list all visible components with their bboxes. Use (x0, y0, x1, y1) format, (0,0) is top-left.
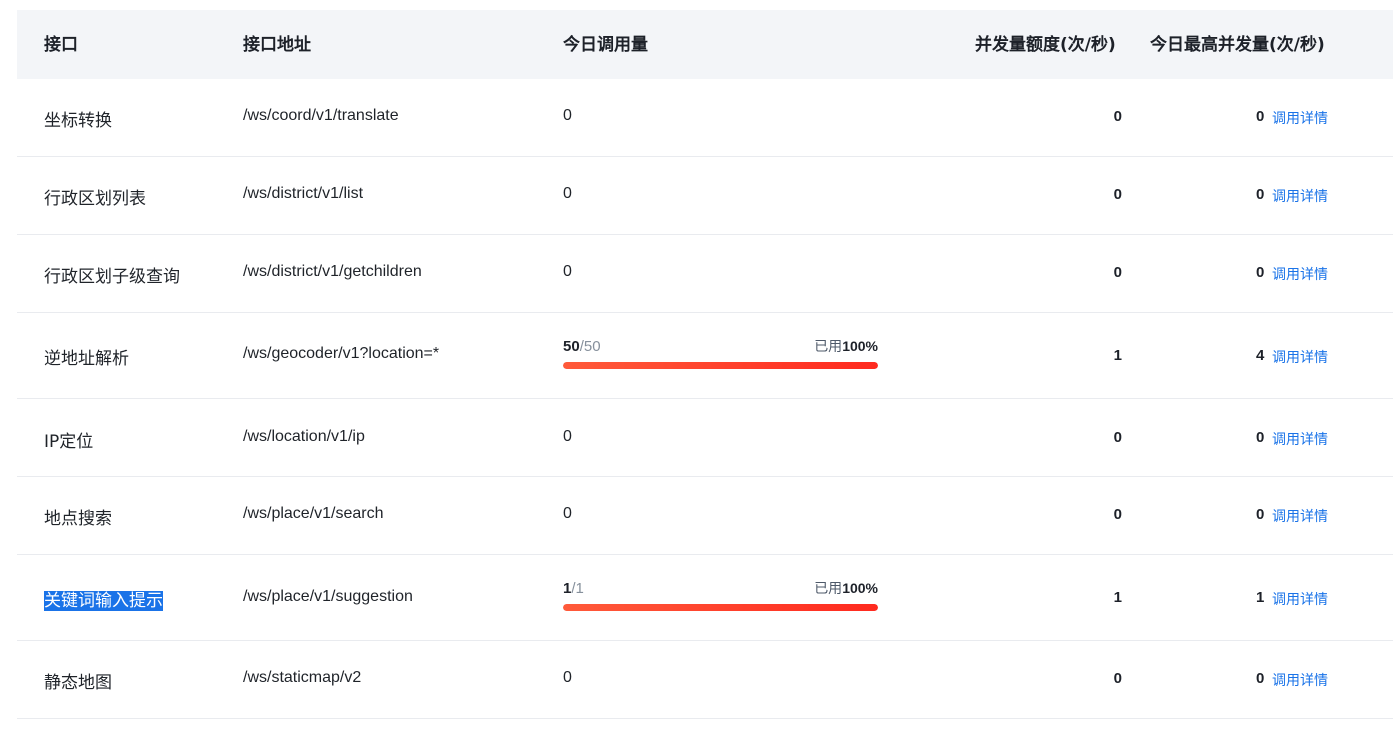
api-address: /ws/staticmap/v2 (243, 669, 362, 686)
peak-concurrency: 0 (1256, 429, 1265, 446)
peak-concurrency: 0 (1256, 264, 1265, 281)
today-calls: 0 (563, 107, 572, 124)
api-address: /ws/location/v1/ip (243, 428, 365, 445)
peak-concurrency: 1 (1256, 589, 1265, 606)
concurrency-quota: 1 (1113, 589, 1122, 606)
usage-pct-prefix: 已用 (814, 581, 843, 597)
today-calls: 0 (563, 669, 572, 686)
peak-concurrency: 0 (1256, 108, 1265, 125)
usage-percent: 100% (842, 338, 878, 354)
api-name: 行政区划子级查询 (44, 267, 180, 287)
concurrency-quota: 1 (1113, 347, 1122, 364)
api-address: /ws/geocoder/v1?location=* (243, 345, 440, 362)
call-details-link[interactable]: 调用详情 (1272, 347, 1328, 367)
call-details-link[interactable]: 调用详情 (1272, 670, 1328, 690)
table-row: IP定位 /ws/location/v1/ip 0 0 0 调用详情 (17, 399, 1393, 477)
api-name: IP定位 (44, 432, 94, 452)
concurrency-quota: 0 (1113, 670, 1122, 687)
concurrency-quota: 0 (1113, 186, 1122, 203)
peak-concurrency: 0 (1256, 670, 1265, 687)
peak-concurrency: 0 (1256, 186, 1265, 203)
today-calls: 0 (563, 263, 572, 280)
today-calls: 0 (563, 428, 572, 445)
api-name: 逆地址解析 (44, 349, 129, 369)
usage-pct-prefix: 已用 (814, 339, 843, 355)
call-details-link[interactable]: 调用详情 (1272, 108, 1328, 128)
usage-progress-fill (563, 604, 878, 611)
table-row: 静态地图 /ws/staticmap/v2 0 0 0 调用详情 (17, 641, 1393, 719)
header-concurrency-quota: 并发量额度(次/秒) (975, 35, 1116, 55)
call-details-link[interactable]: 调用详情 (1272, 589, 1328, 609)
usage-total: /1 (571, 580, 584, 597)
api-name: 静态地图 (44, 673, 112, 693)
table-row: 关键词输入提示 /ws/place/v1/suggestion 1/1 已用10… (17, 555, 1393, 641)
api-address: /ws/district/v1/getchildren (243, 263, 422, 280)
usage-meter: 50/50 已用100% (563, 336, 878, 369)
usage-progress-bar (563, 604, 878, 611)
table-row: 地点搜索 /ws/place/v1/search 0 0 0 调用详情 (17, 477, 1393, 555)
header-api: 接口 (44, 35, 78, 55)
api-address: /ws/coord/v1/translate (243, 107, 399, 124)
header-today-calls: 今日调用量 (563, 35, 648, 55)
table-row: 坐标转换 /ws/coord/v1/translate 0 0 0 调用详情 (17, 79, 1393, 157)
table-row: 行政区划子级查询 /ws/district/v1/getchildren 0 0… (17, 235, 1393, 313)
api-name: 坐标转换 (44, 111, 112, 131)
peak-concurrency: 4 (1256, 347, 1265, 364)
call-details-link[interactable]: 调用详情 (1272, 264, 1328, 284)
call-details-link[interactable]: 调用详情 (1272, 506, 1328, 526)
peak-concurrency: 0 (1256, 506, 1265, 523)
header-peak-concurrency: 今日最高并发量(次/秒) (1150, 35, 1325, 55)
table-row: 逆地址解析 /ws/geocoder/v1?location=* 50/50 已… (17, 313, 1393, 399)
usage-total: /50 (579, 338, 601, 355)
table-row: 行政区划列表 /ws/district/v1/list 0 0 0 调用详情 (17, 157, 1393, 235)
table-header: 接口 接口地址 今日调用量 并发量额度(次/秒) 今日最高并发量(次/秒) (17, 10, 1393, 79)
api-name: 地点搜索 (44, 509, 112, 529)
usage-meter: 1/1 已用100% (563, 578, 878, 611)
api-address: /ws/place/v1/search (243, 505, 384, 522)
api-usage-table: 接口 接口地址 今日调用量 并发量额度(次/秒) 今日最高并发量(次/秒) 坐标… (17, 10, 1393, 719)
api-name: 行政区划列表 (44, 189, 146, 209)
usage-percent: 100% (842, 580, 878, 596)
call-details-link[interactable]: 调用详情 (1272, 429, 1328, 449)
concurrency-quota: 0 (1113, 264, 1122, 281)
usage-progress-bar (563, 362, 878, 369)
today-calls: 0 (563, 185, 572, 202)
api-address: /ws/place/v1/suggestion (243, 588, 413, 605)
concurrency-quota: 0 (1113, 429, 1122, 446)
concurrency-quota: 0 (1113, 506, 1122, 523)
today-calls: 0 (563, 505, 572, 522)
header-address: 接口地址 (243, 35, 311, 55)
concurrency-quota: 0 (1113, 108, 1122, 125)
api-name: 关键词输入提示 (44, 586, 163, 611)
usage-progress-fill (563, 362, 878, 369)
call-details-link[interactable]: 调用详情 (1272, 186, 1328, 206)
api-address: /ws/district/v1/list (243, 185, 364, 202)
usage-used: 50 (563, 338, 580, 355)
selected-text: 关键词输入提示 (44, 591, 163, 611)
